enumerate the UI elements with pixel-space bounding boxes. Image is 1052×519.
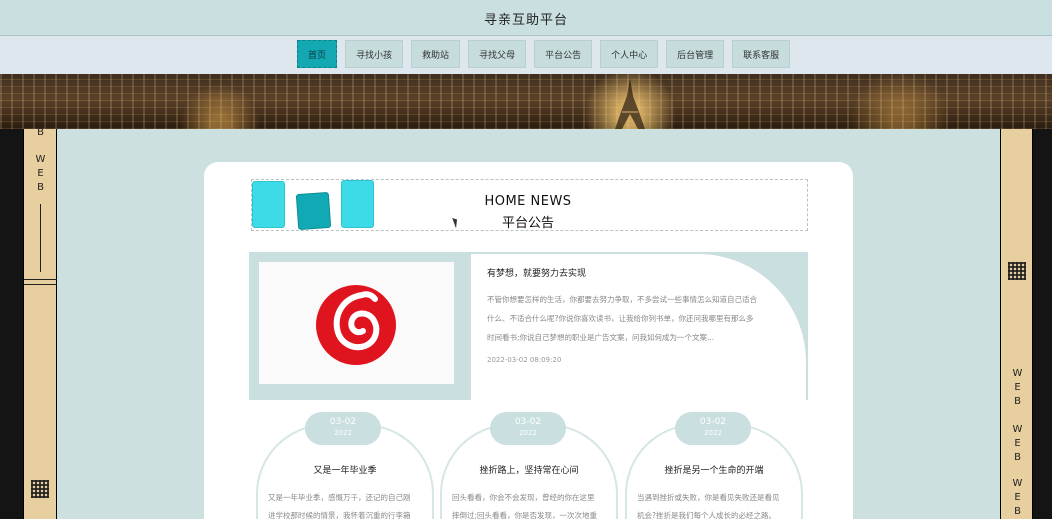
right-strip-letter: E — [1014, 438, 1021, 449]
right-strip-letter: W — [1012, 478, 1023, 489]
news-card-title[interactable]: 挫折路上，坚持常在心间 — [440, 463, 618, 476]
news-card-body: 回头看看，你会不会发现，曾经的你在这里摔倒过;回头看看，你是否发现，一次次地重 — [452, 493, 598, 519]
site-title: 寻亲互助平台 — [483, 13, 568, 28]
right-strip-letter: B — [1014, 396, 1021, 407]
news-card-date-badge: 03-02 2022 — [305, 412, 381, 445]
right-strip-letter: W — [1012, 368, 1023, 379]
left-strip-divider — [24, 279, 57, 285]
eiffel-tower-icon — [615, 78, 645, 129]
news-card-date-badge: 03-02 2022 — [490, 412, 566, 445]
pattern-grid-icon — [31, 480, 49, 498]
news-heading-cn[interactable]: 平台公告 — [460, 212, 596, 231]
news-card-year: 2022 — [334, 429, 352, 437]
nav-item-find-parents[interactable]: 寻找父母 — [468, 40, 527, 68]
featured-news-title[interactable]: 有梦想，就要努力去实现 — [487, 266, 586, 279]
decor-block-icon — [295, 191, 332, 231]
nav-item-find-child[interactable]: 寻找小孩 — [345, 40, 404, 68]
decor-block-icon — [252, 181, 285, 228]
city-night-banner — [0, 74, 1052, 129]
news-heading-en: HOME NEWS — [484, 194, 572, 209]
left-decor-strip: B W E B — [0, 127, 57, 519]
featured-news-body: 不管你想要怎样的生活，你都要去努力争取，不多尝试一些事情怎么知道自己适合什么、不… — [487, 295, 757, 342]
news-card-body: 当遇到挫折或失败，你是看见失败还是看见机会?挫折是我们每个人成长的必经之路。 — [637, 493, 780, 519]
nav-item-announcements[interactable]: 平台公告 — [534, 40, 593, 68]
news-card-date-badge: 03-02 2022 — [675, 412, 751, 445]
right-strip-letter: W — [1012, 424, 1023, 435]
right-decor-strip: W E B W E B W E B — [1000, 129, 1052, 519]
news-card-month-day: 03-02 — [699, 417, 727, 427]
featured-news-image[interactable] — [259, 262, 454, 384]
nav-menu: 首页 寻找小孩 救助站 寻找父母 平台公告 个人中心 后台管理 联系客服 — [297, 40, 791, 68]
right-strip-letter: E — [1014, 382, 1021, 393]
news-card-year: 2022 — [704, 429, 722, 437]
news-card-month-day: 03-02 — [329, 417, 357, 427]
left-strip-letter: B — [37, 182, 44, 193]
news-card-year: 2022 — [519, 429, 537, 437]
top-header: 寻亲互助平台 — [0, 0, 1052, 36]
left-strip-letter: B — [37, 127, 44, 138]
nav-item-admin[interactable]: 后台管理 — [666, 40, 725, 68]
news-card-title[interactable]: 挫折是另一个生命的开端 — [625, 463, 803, 476]
news-card-month-day: 03-02 — [514, 417, 542, 427]
nav-bar: 首页 寻找小孩 救助站 寻找父母 平台公告 个人中心 后台管理 联系客服 — [0, 36, 1052, 74]
nav-item-personal-center[interactable]: 个人中心 — [600, 40, 659, 68]
right-strip-letter: B — [1014, 452, 1021, 463]
netease-music-logo-icon — [316, 285, 396, 365]
right-strip-panel: W E B W E B W E B — [1000, 129, 1033, 519]
pattern-grid-icon — [1008, 262, 1026, 280]
right-strip-letter: B — [1014, 506, 1021, 517]
decor-block-icon — [341, 180, 374, 228]
news-card-body: 又是一年毕业季，感慨万千，还记的自己刚进学校那时候的情景，我怀着沉重的行李箱 — [268, 493, 411, 519]
news-card-title[interactable]: 又是一年毕业季 — [256, 463, 434, 476]
left-strip-letter: W — [35, 154, 46, 165]
nav-item-customer-service[interactable]: 联系客服 — [732, 40, 791, 68]
left-strip-line — [40, 204, 41, 272]
nav-item-home[interactable]: 首页 — [297, 40, 338, 68]
featured-news-date: 2022-03-02 08:09:20 — [487, 356, 562, 364]
nav-item-rescue-station[interactable]: 救助站 — [411, 40, 461, 68]
left-strip-letter: E — [37, 168, 44, 179]
left-strip-panel: B W E B — [23, 127, 57, 519]
right-strip-letter: E — [1014, 492, 1021, 503]
